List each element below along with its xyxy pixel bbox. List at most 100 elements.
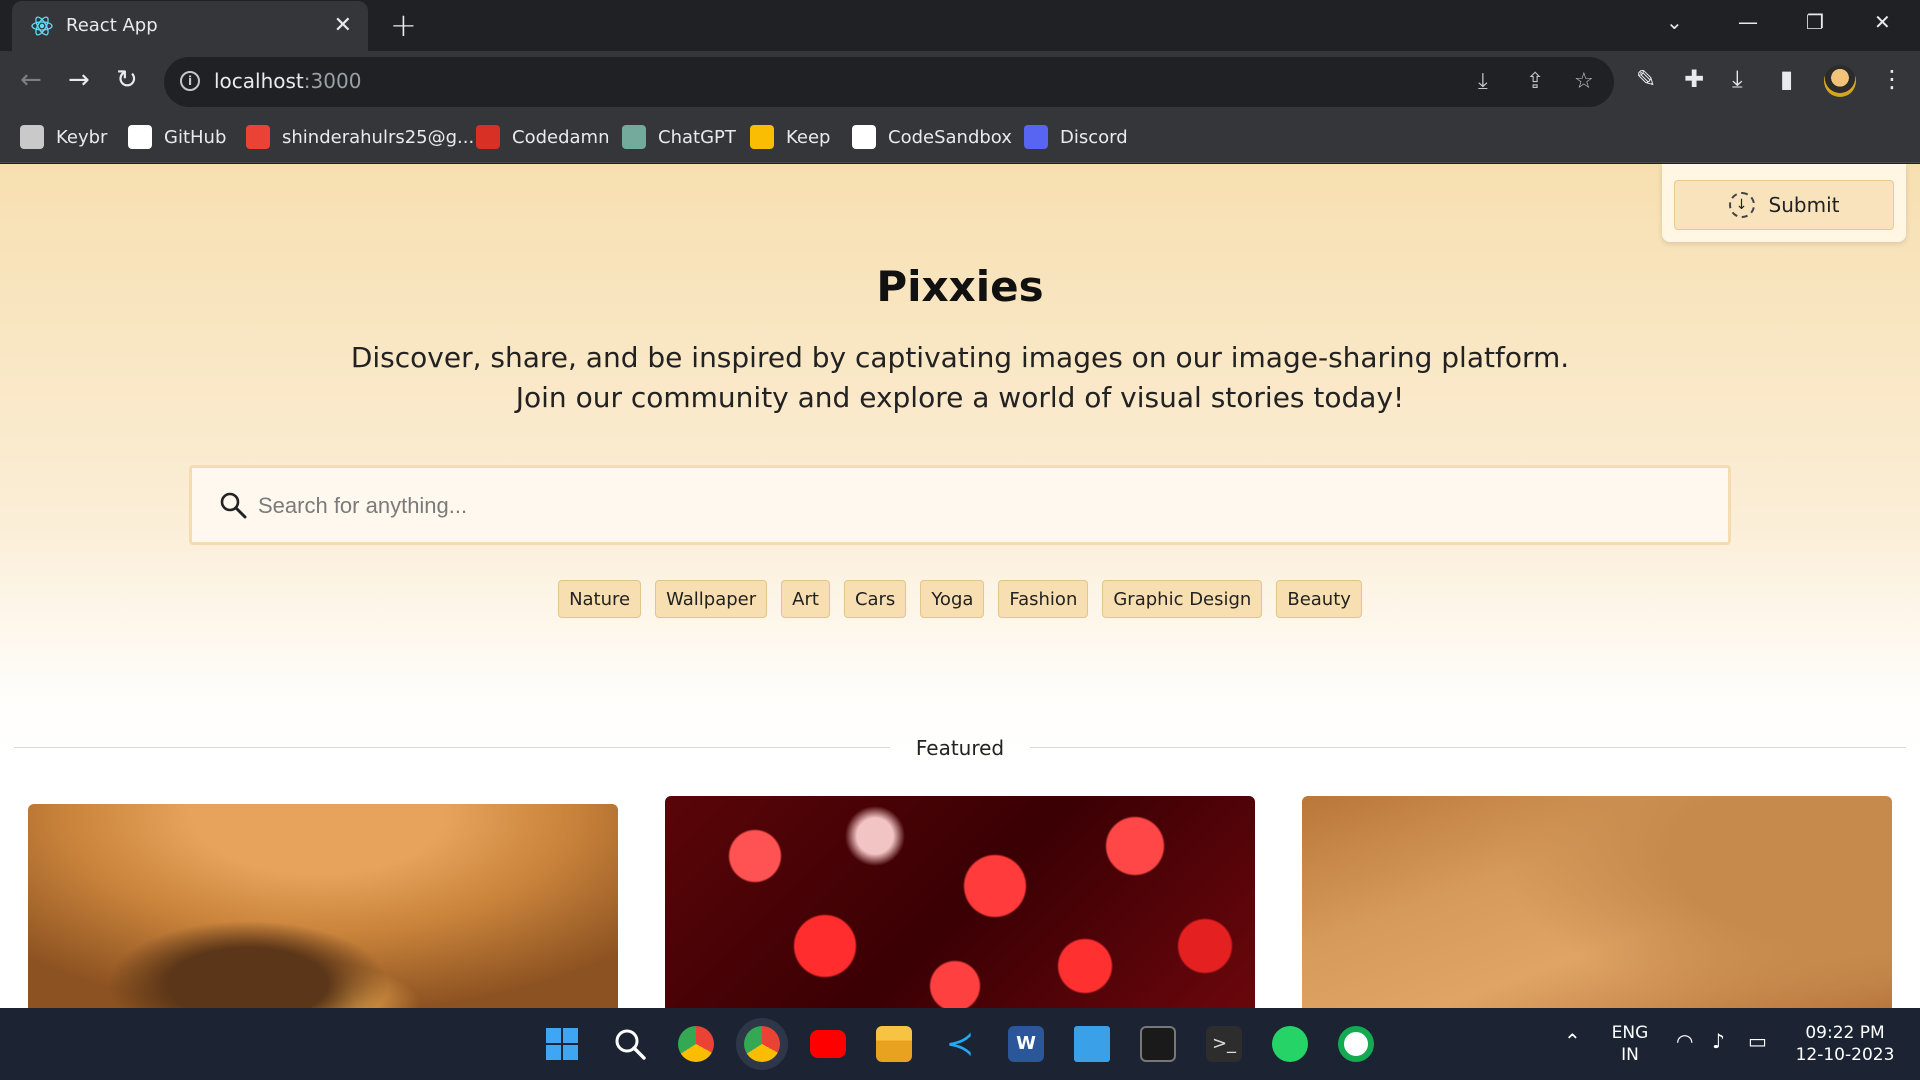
submit-button[interactable]: ↓ Submit [1674,180,1894,230]
back-icon[interactable]: ← [20,65,42,95]
url-text[interactable]: localhost:3000 [214,69,361,93]
reload-icon[interactable]: ↻ [116,65,138,95]
battery-icon[interactable]: ▭ [1748,1030,1767,1052]
bookmark-gmail[interactable]: shinderahulrs25@g... [246,123,474,151]
menu-icon[interactable]: ⋮ [1880,65,1904,93]
chrome-profile-icon[interactable] [678,1026,714,1062]
site-info-icon[interactable]: i [180,71,200,91]
bookmark-github[interactable]: GitHub [128,123,226,151]
bookmark-discord[interactable]: Discord [1024,123,1128,151]
windows-taskbar: ≺ W >_ ⌃ ENG IN ◠ ♪ ▭ 09:22 PM 12-10-202… [0,1008,1920,1080]
lang-line2: IN [1621,1045,1639,1065]
install-icon[interactable]: ⤓ [1478,69,1488,94]
browser-tabstrip: React App ✕ + ⌄ — ❐ ✕ [0,0,1920,51]
bookmark-label: Keybr [56,126,108,148]
whatsapp-icon[interactable] [1272,1026,1308,1062]
bookmarks-bar: Keybr GitHub shinderahulrs25@g... Codedamn C… [0,113,1920,163]
restore-icon[interactable]: ❐ [1806,10,1824,34]
terminal-icon[interactable] [1140,1026,1176,1062]
tab-title: React App [66,15,158,36]
chatgpt-icon [622,125,646,149]
submit-label: Submit [1768,193,1840,217]
side-panel-icon[interactable]: ▮ [1780,65,1793,93]
hero-subtitle-line2: Join our community and explore a world o… [515,381,1405,414]
browser-tab[interactable]: React App ✕ [12,1,368,51]
clock-date: 12-10-2023 [1795,1045,1895,1065]
minimize-icon[interactable]: — [1738,10,1758,34]
category-chip[interactable]: Wallpaper [655,580,768,618]
new-tab-icon[interactable]: + [390,8,417,42]
bookmark-label: Keep [786,126,831,148]
bookmark-keep[interactable]: Keep [750,123,830,151]
youtube-icon[interactable] [810,1030,846,1058]
category-chip[interactable]: Graphic Design [1102,580,1263,618]
powershell-icon[interactable]: >_ [1206,1026,1242,1062]
notepad-icon[interactable] [1074,1026,1110,1062]
github-icon [128,125,152,149]
page-content: ↓ Submit Pixxies Discover, share, and be… [0,164,1920,1009]
codedamn-icon [476,125,500,149]
desert-rock-image[interactable] [28,804,618,1009]
bookmark-codedamn[interactable]: Codedamn [476,123,609,151]
mongodb-compass-icon[interactable] [1338,1026,1374,1062]
file-explorer-icon[interactable] [876,1026,912,1062]
category-chip[interactable]: Nature [558,580,642,618]
hero-subtitle: Discover, share, and be inspired by capt… [0,338,1920,418]
volume-icon[interactable]: ♪ [1712,1030,1725,1052]
bookmark-label: Codedamn [512,126,610,148]
hero-subtitle-line1: Discover, share, and be inspired by capt… [350,341,1570,374]
upload-icon: ↓ [1728,192,1755,218]
sand-dunes-image[interactable] [1302,796,1892,1009]
gmail-icon [246,125,270,149]
page-title: Pixxies [876,262,1044,311]
bookmark-label: shinderahulrs25@g... [282,126,475,148]
tab-search-icon[interactable]: ⌄ [1666,10,1683,34]
discord-icon [1024,125,1048,149]
bookmark-label: ChatGPT [658,126,736,148]
bookmark-star-icon[interactable]: ☆ [1574,69,1594,94]
extensions-icon[interactable]: ✚ [1684,65,1704,93]
bookmark-chatgpt[interactable]: ChatGPT [622,123,736,151]
category-chips: Nature Wallpaper Art Cars Yoga Fashion Graphic… [0,580,1920,618]
word-icon[interactable]: W [1008,1026,1044,1062]
bookmark-label: Discord [1060,126,1128,148]
share-icon[interactable]: ⇪ [1526,69,1544,94]
downloads-icon[interactable]: ⤓ [1732,65,1743,93]
search-input[interactable] [258,486,1658,526]
bookmark-label: CodeSandbox [888,126,1012,148]
tray-overflow-icon[interactable]: ⌃ [1564,1030,1581,1052]
browser-toolbar: ← → ↻ i localhost:3000 ⤓ ⇪ ☆ ✎ ✚ ⤓ ▮ ⋮ [0,51,1920,113]
bookmark-keybr[interactable]: Keybr [20,123,107,151]
pomegranate-seeds-image[interactable] [665,796,1255,1009]
address-bar[interactable]: i localhost:3000 ⤓ ⇪ ☆ [164,57,1614,107]
vscode-icon[interactable]: ≺ [942,1026,978,1062]
codesandbox-icon [852,125,876,149]
taskbar-search-icon[interactable] [612,1026,648,1062]
pen-icon[interactable]: ✎ [1636,65,1656,93]
category-chip[interactable]: Art [781,580,830,618]
featured-heading: Featured [915,736,1005,760]
clock[interactable]: 09:22 PM 12-10-2023 [1790,1022,1900,1066]
chrome-icon[interactable] [744,1026,780,1062]
search-icon [220,492,247,519]
react-icon [31,16,53,36]
category-chip[interactable]: Fashion [998,580,1089,618]
category-chip[interactable]: Yoga [920,580,985,618]
profile-avatar[interactable] [1824,65,1856,97]
clock-time: 09:22 PM [1805,1023,1885,1043]
category-chip[interactable]: Cars [843,580,907,618]
keep-icon [750,125,774,149]
submit-panel: ↓ Submit [1662,164,1906,242]
wifi-icon[interactable]: ◠ [1676,1030,1693,1052]
start-icon[interactable] [544,1026,580,1062]
close-window-icon[interactable]: ✕ [1874,10,1891,34]
search-box [189,465,1731,545]
forward-icon[interactable]: → [68,65,90,95]
bookmark-label: GitHub [164,126,227,148]
category-chip[interactable]: Beauty [1276,580,1362,618]
lang-line1: ENG [1611,1023,1649,1043]
keybr-icon [20,125,44,149]
language-indicator[interactable]: ENG IN [1608,1022,1652,1066]
bookmark-codesandbox[interactable]: CodeSandbox [852,123,1012,151]
tab-close-icon[interactable]: ✕ [334,13,352,38]
